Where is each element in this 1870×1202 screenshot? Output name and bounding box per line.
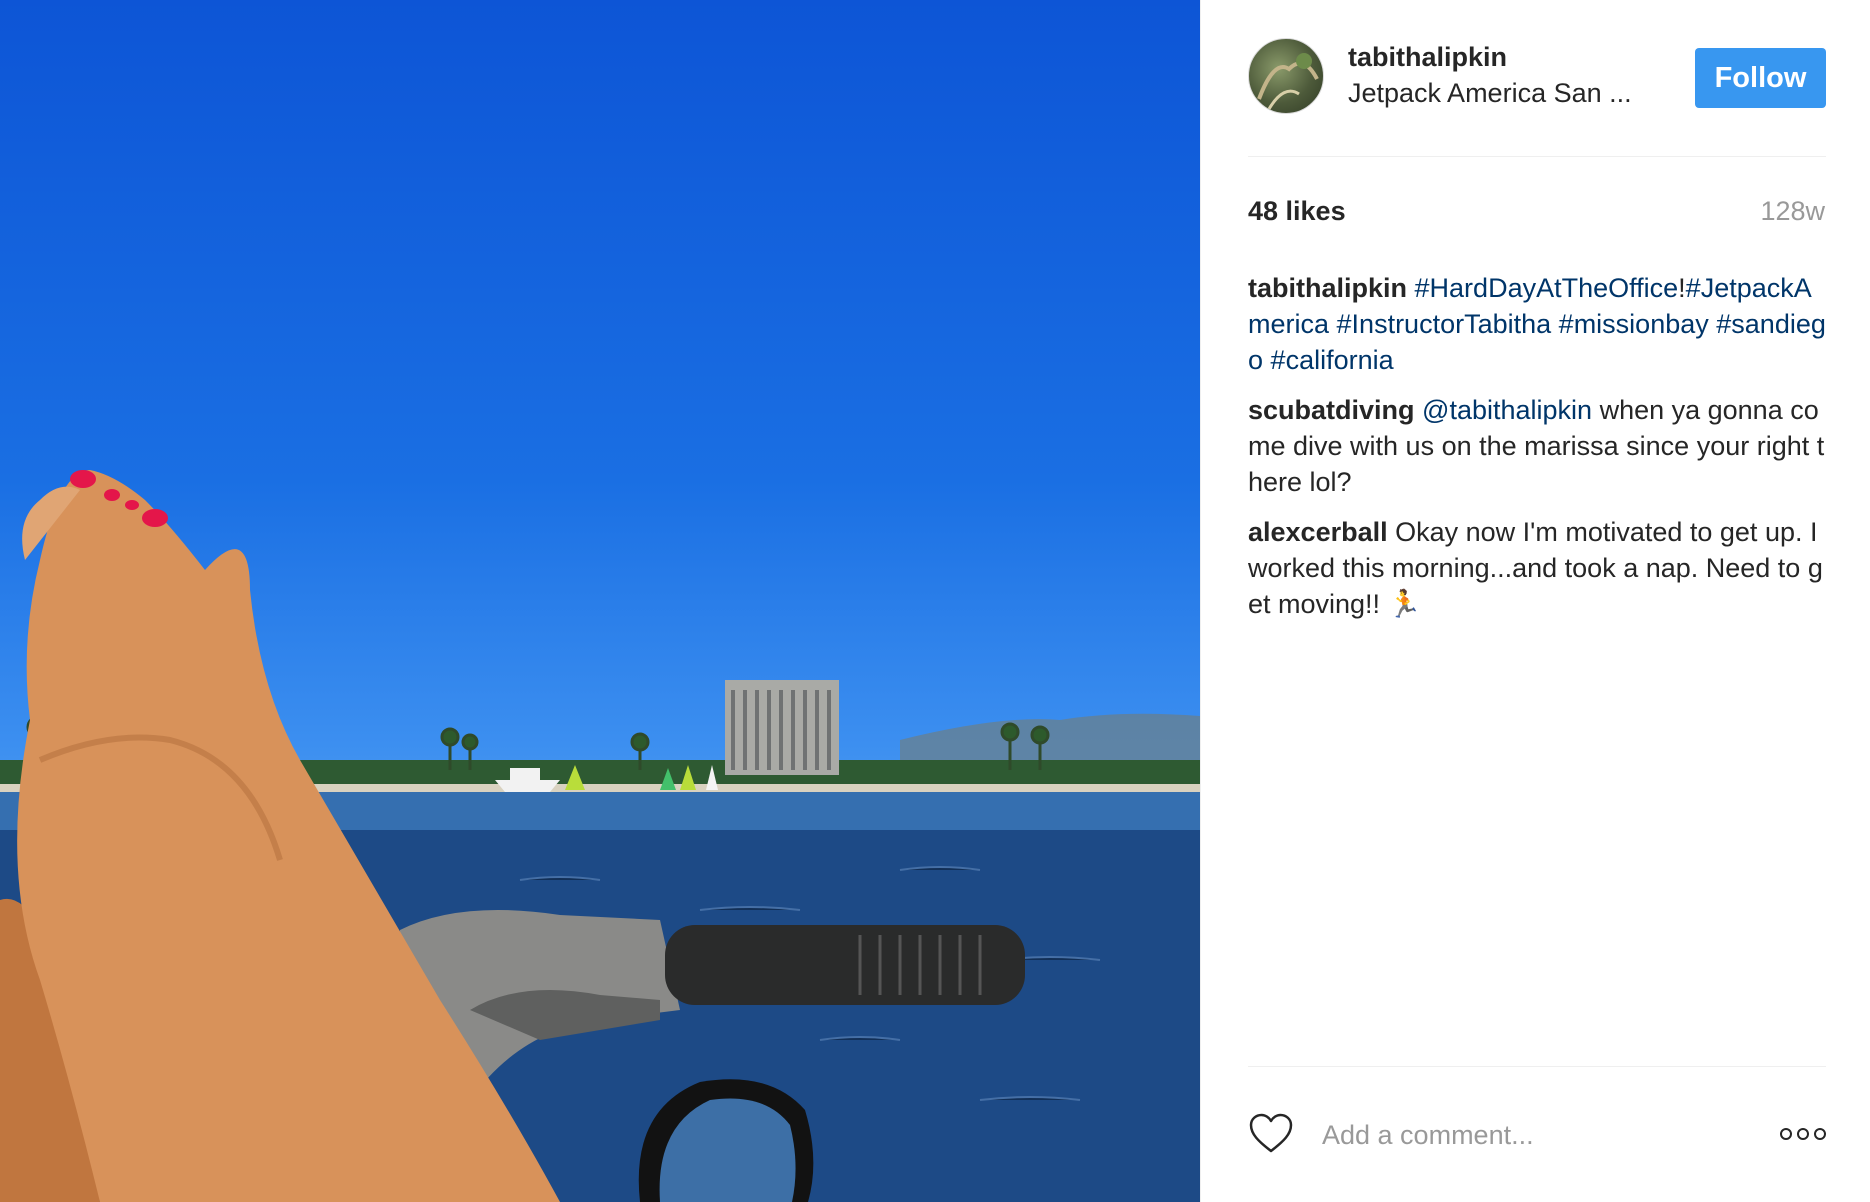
comment-text	[1551, 309, 1559, 339]
post-username[interactable]: tabithalipkin	[1348, 42, 1507, 73]
post-header: tabithalipkin Jetpack America San ... Fo…	[1248, 38, 1826, 118]
comment: tabithalipkin #HardDayAtTheOffice!#Jetpa…	[1248, 270, 1828, 378]
comment: alexcerball Okay now I'm motivated to ge…	[1248, 514, 1828, 622]
post-location[interactable]: Jetpack America San ...	[1348, 78, 1632, 109]
post-photo[interactable]	[0, 0, 1200, 1202]
comment: scubatdiving @tabithalipkin when ya gonn…	[1248, 392, 1828, 500]
user-avatar[interactable]	[1248, 38, 1324, 114]
likes-count[interactable]: 48 likes	[1248, 196, 1346, 227]
comment-text: !	[1678, 273, 1686, 303]
comment-hashtag-link[interactable]: #HardDayAtTheOffice	[1415, 273, 1679, 303]
comment-author[interactable]: tabithalipkin	[1248, 273, 1407, 303]
comment-hashtag-link[interactable]: #InstructorTabitha	[1337, 309, 1552, 339]
comment-text	[1329, 309, 1337, 339]
comment-hashtag-link[interactable]: #missionbay	[1559, 309, 1709, 339]
comment-text	[1263, 345, 1271, 375]
follow-button[interactable]: Follow	[1695, 48, 1826, 108]
comment-author[interactable]: alexcerball	[1248, 517, 1388, 547]
post-sidebar: tabithalipkin Jetpack America San ... Fo…	[1200, 0, 1870, 1202]
photo-scene	[0, 470, 1200, 1202]
footer-divider	[1248, 1066, 1826, 1067]
heart-icon[interactable]	[1248, 1112, 1294, 1154]
more-options-icon[interactable]	[1778, 1124, 1828, 1144]
add-comment-input[interactable]	[1320, 1110, 1744, 1160]
post-footer	[1248, 1110, 1828, 1160]
comment-hashtag-link[interactable]: #california	[1271, 345, 1394, 375]
yacht	[495, 780, 560, 792]
instagram-post: tabithalipkin Jetpack America San ... Fo…	[0, 0, 1870, 1202]
post-age[interactable]: 128w	[1760, 196, 1825, 227]
comments-list: tabithalipkin #HardDayAtTheOffice!#Jetpa…	[1248, 270, 1828, 636]
jetski-handle-grip	[665, 925, 1025, 1005]
comment-author[interactable]: scubatdiving	[1248, 395, 1415, 425]
comment-hashtag-link[interactable]: @tabithalipkin	[1422, 395, 1592, 425]
header-divider	[1248, 156, 1826, 157]
